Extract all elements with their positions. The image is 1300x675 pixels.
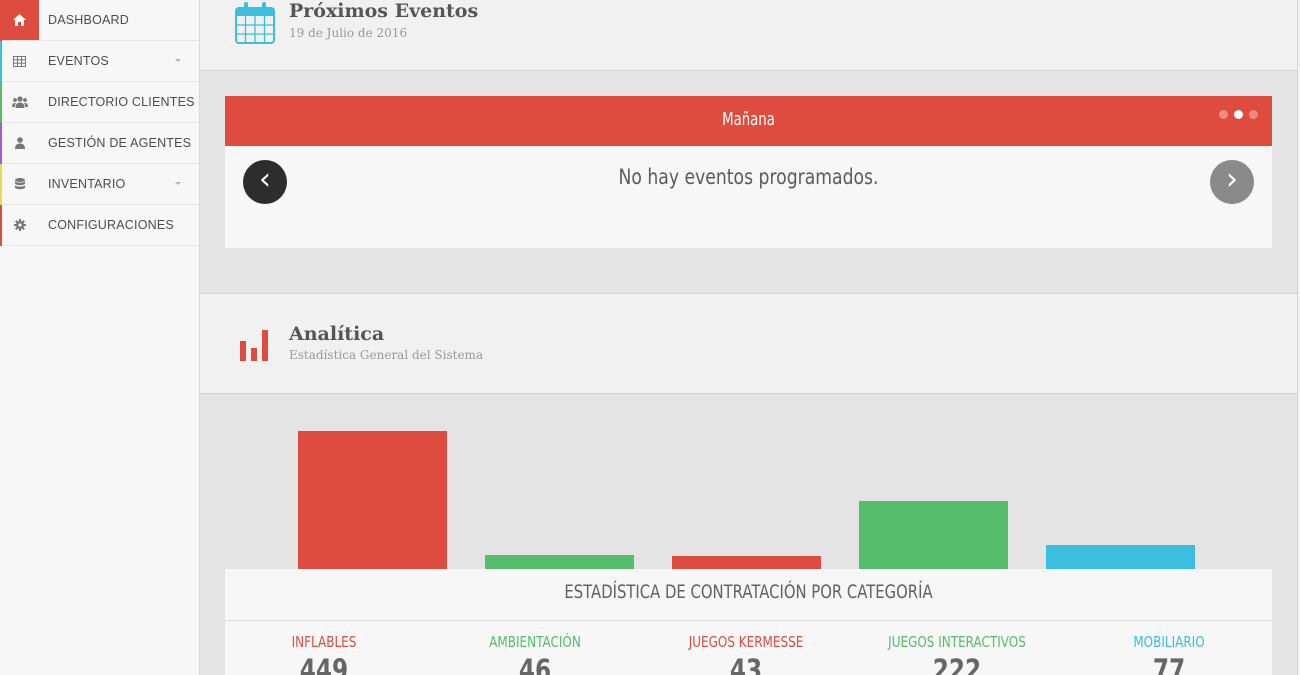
sidebar: DASHBOARD EVENTOS DIRECTORIO CLIENTES GE… (0, 0, 200, 675)
sidebar-item-label: DIRECTORIO CLIENTES (48, 95, 195, 109)
carousel-dot-active[interactable] (1234, 110, 1243, 119)
stats-panel: ESTADÍSTICA DE CONTRATACIÓN POR CATEGORÍ… (225, 569, 1272, 675)
sidebar-item-directorio-clientes[interactable]: DIRECTORIO CLIENTES (0, 82, 199, 123)
analytics-panel-subtitle: Estadística General del Sistema (289, 348, 484, 362)
sidebar-item-label: EVENTOS (48, 54, 109, 68)
users-icon (0, 82, 39, 122)
stat-item: INFLABLES 449 (224, 633, 424, 675)
stat-category-label: MOBILIARIO (1133, 633, 1205, 651)
chart-bar-ambientaci-n (485, 555, 634, 569)
home-icon (0, 0, 39, 40)
carousel-prev-button[interactable]: ‹ (243, 160, 287, 204)
stat-category-label: AMBIENTACIÓN (489, 633, 581, 651)
chevron-right-icon: › (1226, 162, 1238, 197)
sidebar-item-configuraciones[interactable]: CONFIGURACIONES (0, 205, 199, 246)
chart-bar-juegos-interactivos (859, 501, 1008, 569)
gear-icon (0, 205, 39, 245)
events-panel-title: Próximos Eventos (289, 0, 479, 22)
analytics-panel-header: Analítica Estadística General del Sistem… (200, 293, 1297, 394)
sidebar-item-inventario[interactable]: INVENTARIO (0, 164, 199, 205)
carousel-header: Mañana (225, 96, 1272, 146)
stat-value: 43 (729, 653, 763, 675)
chart-bar-mobiliario (1046, 545, 1195, 569)
stat-category-label: JUEGOS INTERACTIVOS (888, 633, 1026, 651)
category-bar-chart (200, 394, 1297, 570)
chart-bar-inflables (298, 431, 447, 569)
calendar-icon (235, 2, 275, 49)
events-panel-header: Próximos Eventos 19 de Julio de 2016 (200, 0, 1297, 71)
stat-category-label: JUEGOS KERMESSE (688, 633, 804, 651)
stat-value: 449 (299, 653, 349, 675)
divider (225, 620, 1272, 621)
stat-value: 46 (518, 653, 552, 675)
stat-item: JUEGOS INTERACTIVOS 222 (857, 633, 1057, 675)
stat-value: 222 (932, 653, 982, 675)
stat-item: AMBIENTACIÓN 46 (435, 633, 635, 675)
table-icon (0, 41, 39, 81)
carousel-dot[interactable] (1219, 110, 1228, 119)
stats-title: ESTADÍSTICA DE CONTRATACIÓN POR CATEGORÍ… (564, 581, 933, 603)
carousel-next-button[interactable]: › (1210, 160, 1254, 204)
chart-bar-juegos-kermesse (672, 556, 821, 569)
sidebar-item-label: GESTIÓN DE AGENTES (48, 136, 192, 150)
chevron-down-icon (175, 59, 181, 62)
main-content: Próximos Eventos 19 de Julio de 2016 Mañ… (200, 0, 1297, 675)
carousel-indicators (1219, 110, 1258, 119)
sidebar-item-eventos[interactable]: EVENTOS (0, 41, 199, 82)
carousel-dot[interactable] (1249, 110, 1258, 119)
chevron-left-icon: ‹ (259, 162, 271, 197)
no-events-message: No hay eventos programados. (618, 165, 879, 189)
app-window: DASHBOARD EVENTOS DIRECTORIO CLIENTES GE… (0, 0, 1300, 675)
stat-item: MOBILIARIO 77 (1069, 633, 1269, 675)
user-icon (0, 123, 39, 163)
carousel-heading: Mañana (722, 109, 775, 130)
stat-value: 77 (1152, 653, 1186, 675)
database-icon (0, 164, 39, 204)
bar-chart-icon (240, 330, 269, 366)
events-carousel: Mañana ‹ No hay eventos programados. › (225, 96, 1272, 248)
stat-item: JUEGOS KERMESSE 43 (646, 633, 846, 675)
sidebar-item-gestion-agentes[interactable]: GESTIÓN DE AGENTES (0, 123, 199, 164)
sidebar-item-label: DASHBOARD (48, 13, 129, 27)
events-panel-subtitle: 19 de Julio de 2016 (289, 26, 408, 40)
sidebar-item-dashboard[interactable]: DASHBOARD (0, 0, 199, 41)
stat-category-label: INFLABLES (291, 633, 357, 651)
chevron-down-icon (175, 182, 181, 185)
sidebar-item-label: CONFIGURACIONES (48, 218, 174, 232)
sidebar-item-label: INVENTARIO (48, 177, 126, 191)
analytics-panel-title: Analítica (289, 323, 385, 345)
